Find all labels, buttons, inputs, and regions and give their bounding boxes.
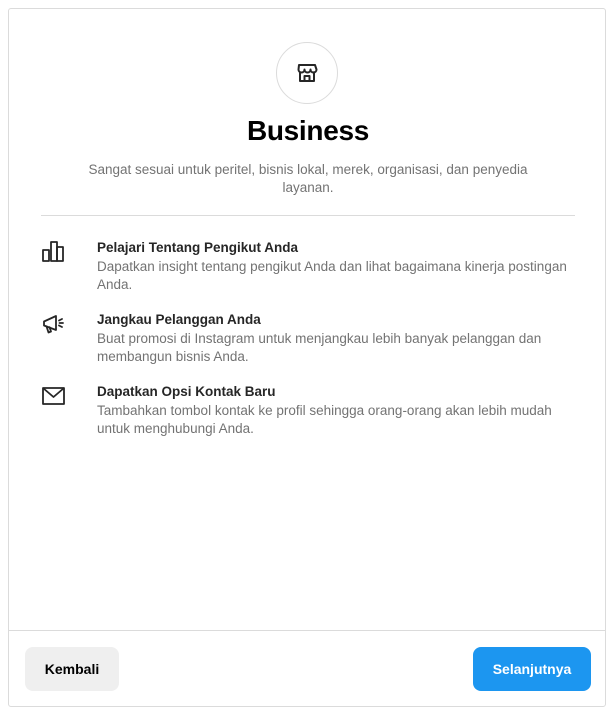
- storefront-icon: [297, 64, 318, 82]
- feature-title: Pelajari Tentang Pengikut Anda: [97, 240, 299, 255]
- divider: [41, 215, 575, 216]
- next-button[interactable]: Selanjutnya: [473, 647, 591, 691]
- feature-description: Buat promosi di Instagram untuk menjangk…: [97, 331, 542, 364]
- feature-title: Jangkau Pelanggan Anda: [97, 312, 261, 327]
- page-subtitle: Sangat sesuai untuk peritel, bisnis loka…: [88, 162, 528, 195]
- feature-description: Tambahkan tombol kontak ke profil sehing…: [97, 403, 552, 436]
- account-type-card: Business Sangat sesuai untuk peritel, bi…: [8, 8, 606, 707]
- storefront-icon-circle: [276, 42, 338, 104]
- back-button[interactable]: Kembali: [25, 647, 119, 691]
- bar-chart-icon: [42, 241, 64, 262]
- feature-description: Dapatkan insight tentang pengikut Anda d…: [97, 259, 567, 292]
- footer-divider: [9, 630, 605, 631]
- megaphone-icon: [43, 315, 64, 334]
- feature-title: Dapatkan Opsi Kontak Baru: [97, 384, 276, 399]
- page-title: Business: [246, 115, 370, 146]
- envelope-icon: [42, 387, 65, 405]
